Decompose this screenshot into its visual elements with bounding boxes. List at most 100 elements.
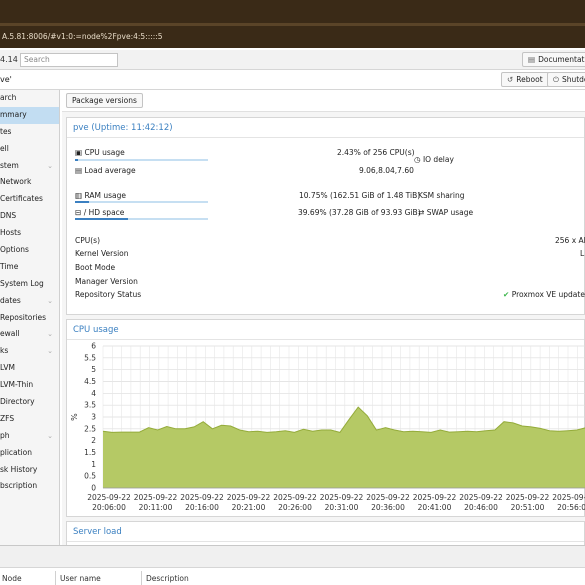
nav-item[interactable]: arch: [0, 90, 59, 107]
cpu-usage-chart[interactable]: 0 0.5 1 1.5 2 2.5 3 3.5 4 4.5 5 5.5 6% 2025-09-22 20:0…: [67, 340, 585, 515]
chevron-down-icon[interactable]: ⌄: [47, 293, 53, 310]
chevron-down-icon[interactable]: ⌄: [47, 158, 53, 175]
nav-item-label: ZFS: [0, 413, 15, 423]
hd-space-bar: [75, 218, 208, 220]
chevron-down-icon[interactable]: ⌄: [47, 428, 53, 445]
nav-item[interactable]: Directory: [0, 394, 59, 411]
server-load-panel-title: Server load: [67, 522, 584, 542]
y-tick-label: 3: [91, 413, 96, 422]
y-tick-label: 2.5: [84, 424, 96, 433]
nav-item[interactable]: Time: [0, 259, 59, 276]
browser-tab-strip: [0, 23, 585, 26]
ksm-sharing-label: KSM sharing: [418, 191, 465, 200]
power-icon: ⏻: [553, 75, 559, 84]
column-user-name[interactable]: User name: [60, 574, 101, 583]
nav-item-label: LVM: [0, 363, 15, 373]
hd-space-row: ⊟ / HD space: [75, 208, 124, 217]
nav-item[interactable]: Options: [0, 242, 59, 259]
chevron-down-icon[interactable]: ⌄: [47, 343, 53, 360]
node-navigation: arch mmary tes ell stem ⌄ Network Certificates D…: [0, 90, 60, 545]
hd-space-label: / HD space: [83, 208, 125, 217]
nav-item[interactable]: mmary: [0, 106, 59, 124]
nav-item[interactable]: tes: [0, 124, 59, 141]
documentation-button[interactable]: ▤Documentation: [522, 52, 585, 67]
nav-item-label: Repositories: [0, 312, 47, 322]
x-tick-label: 2025-09-22: [180, 493, 224, 502]
shutdown-button[interactable]: ⏻Shutdo: [547, 72, 585, 87]
nav-item[interactable]: dates ⌄: [0, 293, 59, 310]
task-log-grid: Node User name Description: [0, 545, 585, 585]
browser-chrome: A.5.81:8006/#v1:0:=node%2Fpve:4:5:::::5: [0, 0, 585, 48]
y-tick-label: 4: [91, 389, 96, 398]
status-panel: pve (Uptime: 11:42:12) ▣ CPU usage 2.43%…: [66, 117, 585, 315]
nav-item[interactable]: ph ⌄: [0, 428, 59, 445]
x-tick-label: 2025-09-22: [320, 493, 364, 502]
nav-item-label: plication: [0, 447, 33, 457]
io-delay-label: IO delay: [422, 155, 454, 164]
nav-item[interactable]: Repositories: [0, 310, 59, 327]
chevron-down-icon[interactable]: ⌄: [47, 326, 53, 343]
panel-splitter[interactable]: [0, 546, 585, 568]
x-tick-label: 20:31:00: [325, 503, 359, 512]
nav-item[interactable]: ell: [0, 141, 59, 158]
x-tick-label: 2025-09-22: [134, 493, 178, 502]
hd-space-bar-fill: [75, 218, 128, 220]
nav-item[interactable]: ks ⌄: [0, 343, 59, 360]
nav-item[interactable]: System Log: [0, 276, 59, 293]
nav-item[interactable]: bscription: [0, 478, 59, 495]
server-load-panel: Server load: [66, 521, 585, 545]
nav-item[interactable]: Certificates: [0, 191, 59, 208]
nav-item[interactable]: DNS: [0, 208, 59, 225]
column-node[interactable]: Node: [2, 574, 22, 583]
cpu-usage-panel: CPU usage 0 0.5 1 1.5 2 2.5 3 3.5 4 4.5 5 5.5 6% 2025…: [66, 319, 585, 517]
search-input[interactable]: Search: [20, 53, 118, 67]
x-tick-label: 20:46:00: [464, 503, 498, 512]
shutdown-label: Shutdo: [561, 75, 585, 84]
x-tick-label: 2025-09-22: [366, 493, 410, 502]
nav-item[interactable]: stem ⌄: [0, 158, 59, 175]
reboot-button[interactable]: ↺ Reboot: [501, 72, 549, 87]
load-average-label: Load average: [84, 166, 136, 175]
nav-item[interactable]: LVM-Thin: [0, 377, 59, 394]
y-tick-label: 5.5: [84, 353, 96, 362]
y-tick-label: 3.5: [84, 401, 96, 410]
x-tick-label: 20:56:00: [557, 503, 585, 512]
nav-item-label: tes: [0, 126, 12, 136]
repository-status-value: ✔ Proxmox VE updates: [503, 290, 585, 299]
ram-usage-bar-fill: [75, 201, 90, 203]
nav-item-label: Directory: [0, 397, 35, 407]
y-tick-label: 4.5: [84, 377, 96, 386]
cpus-label: CPU(s): [75, 236, 101, 245]
package-versions-button[interactable]: Package versions: [66, 93, 143, 108]
nav-item[interactable]: Network: [0, 174, 59, 191]
nav-item-label: Certificates: [0, 194, 43, 204]
y-tick-label: 0.5: [84, 472, 96, 481]
column-description[interactable]: Description: [146, 574, 189, 583]
cpus-value: 256 x AM: [555, 236, 585, 245]
nav-item-label: System Log: [0, 278, 44, 288]
cpu-usage-label: CPU usage: [84, 148, 125, 157]
documentation-label: Documentation: [538, 55, 585, 64]
kernel-version-value: L: [580, 249, 585, 258]
nav-item[interactable]: ewall ⌄: [0, 326, 59, 343]
nav-item[interactable]: LVM: [0, 360, 59, 377]
nav-item-label: sk History: [0, 464, 38, 474]
repository-status-label: Repository Status: [75, 290, 142, 299]
x-tick-label: 20:51:00: [511, 503, 545, 512]
url-bar[interactable]: A.5.81:8006/#v1:0:=node%2Fpve:4:5:::::5: [0, 28, 163, 46]
clock-icon: ◷: [414, 155, 421, 164]
nav-item[interactable]: sk History: [0, 462, 59, 479]
x-tick-label: 2025-09-22: [552, 493, 585, 502]
nav-item-label: Time: [0, 261, 19, 271]
x-tick-label: 2025-09-22: [273, 493, 317, 502]
nav-item[interactable]: ZFS: [0, 411, 59, 428]
cpu-usage-bar: [75, 159, 208, 161]
nav-item[interactable]: plication: [0, 445, 59, 462]
memory-icon: ▥: [75, 191, 83, 200]
column-separator: [141, 571, 142, 585]
x-tick-label: 20:26:00: [278, 503, 312, 512]
y-tick-label: 0: [91, 484, 96, 493]
load-average-value: 9.06,8.04,7.60: [359, 166, 414, 175]
nav-item[interactable]: Hosts: [0, 225, 59, 242]
cpu-usage-bar-fill: [75, 159, 79, 161]
